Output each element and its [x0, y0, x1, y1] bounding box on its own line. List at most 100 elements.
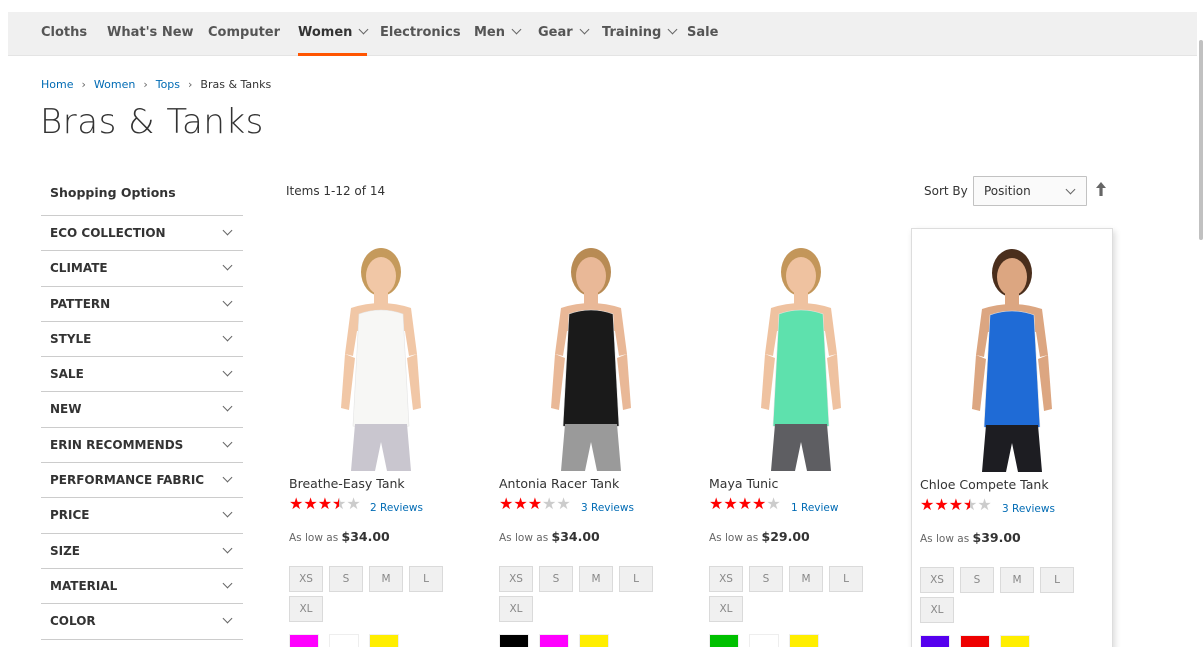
- nav-item-label: Computer: [208, 25, 281, 40]
- color-swatch[interactable]: [920, 635, 950, 647]
- color-swatch[interactable]: [789, 634, 819, 647]
- color-swatch[interactable]: [709, 634, 739, 647]
- product-name[interactable]: Breathe-Easy Tank: [289, 476, 405, 491]
- filter-eco-collection[interactable]: ECO COLLECTION: [41, 216, 243, 252]
- reviews-link[interactable]: 2 Reviews: [370, 502, 423, 514]
- breadcrumb-home[interactable]: Home: [41, 78, 73, 91]
- color-swatch[interactable]: [1000, 635, 1030, 647]
- filter-sale[interactable]: SALE: [41, 357, 243, 393]
- rating-stars: ★★★★★: [289, 496, 361, 514]
- nav-item-gear[interactable]: Gear: [538, 12, 590, 56]
- color-swatch[interactable]: [289, 634, 319, 647]
- filter-label: ECO COLLECTION: [50, 226, 166, 240]
- chevron-down-icon: [222, 507, 233, 518]
- size-option[interactable]: M: [789, 566, 823, 592]
- scrollbar-thumb[interactable]: [1199, 40, 1203, 240]
- product-name[interactable]: Antonia Racer Tank: [499, 476, 619, 491]
- size-option[interactable]: XS: [920, 567, 954, 593]
- sort-by-select[interactable]: Position: [973, 176, 1087, 206]
- page-scrollbar[interactable]: [1197, 0, 1203, 647]
- nav-item-women[interactable]: Women: [298, 12, 369, 56]
- chevron-down-icon: [222, 543, 233, 554]
- size-option[interactable]: L: [829, 566, 863, 592]
- color-swatch[interactable]: [539, 634, 569, 647]
- product-image[interactable]: [701, 236, 901, 471]
- size-option[interactable]: S: [539, 566, 573, 592]
- chevron-down-icon: [222, 402, 233, 412]
- star-icon: ★: [934, 497, 949, 514]
- color-swatch[interactable]: [329, 634, 359, 647]
- nav-item-cloths[interactable]: Cloths: [41, 12, 87, 56]
- size-option[interactable]: S: [960, 567, 994, 593]
- product-card[interactable]: Chloe Compete Tank★★★★★3 ReviewsAs low a…: [911, 228, 1113, 647]
- color-swatch[interactable]: [749, 634, 779, 647]
- page-title: Bras & Tanks: [40, 102, 264, 142]
- chevron-down-icon: [222, 437, 233, 448]
- size-option[interactable]: XS: [499, 566, 533, 592]
- star-icon: ★: [317, 496, 333, 513]
- color-swatch[interactable]: [369, 634, 399, 647]
- size-option[interactable]: M: [369, 566, 403, 592]
- nav-item-computer[interactable]: Computer: [208, 12, 280, 56]
- size-option[interactable]: L: [409, 566, 443, 592]
- reviews-link[interactable]: 3 Reviews: [581, 502, 634, 514]
- reviews-link[interactable]: 3 Reviews: [1002, 503, 1055, 515]
- star-icon: ★: [542, 496, 557, 513]
- price-prefix: As low as: [920, 533, 970, 545]
- nav-item-what-s-new[interactable]: What's New: [107, 12, 194, 56]
- product-card[interactable]: Breathe-Easy Tank★★★★★2 ReviewsAs low as…: [281, 228, 483, 647]
- filter-color[interactable]: COLOR: [41, 604, 243, 640]
- filter-erin-recommends[interactable]: ERIN RECOMMENDS: [41, 428, 243, 464]
- product-name[interactable]: Maya Tunic: [709, 476, 778, 491]
- product-image[interactable]: [281, 236, 481, 471]
- nav-item-label: Training: [602, 25, 662, 40]
- top-navigation-bar: Cloths What's New Computer Women Electronics…: [8, 12, 1197, 56]
- arrow-up-icon[interactable]: [1095, 181, 1107, 197]
- filter-price[interactable]: PRICE: [41, 498, 243, 534]
- price-value: $39.00: [972, 530, 1021, 545]
- star-icon: ★: [303, 496, 318, 513]
- product-image[interactable]: [491, 236, 691, 471]
- nav-item-label: Cloths: [41, 25, 88, 40]
- size-option[interactable]: XS: [289, 566, 323, 592]
- size-option[interactable]: S: [749, 566, 783, 592]
- nav-item-sale[interactable]: Sale: [687, 12, 718, 56]
- size-option[interactable]: L: [619, 566, 653, 592]
- filter-material[interactable]: MATERIAL: [41, 569, 243, 605]
- size-option[interactable]: XL: [499, 596, 533, 622]
- product-price: As low as $29.00: [709, 529, 810, 544]
- size-option[interactable]: XL: [920, 597, 954, 623]
- size-option[interactable]: L: [1040, 567, 1074, 593]
- breadcrumb-women[interactable]: Women: [94, 78, 135, 91]
- filter-label: SIZE: [50, 543, 81, 558]
- product-price: As low as $34.00: [499, 529, 600, 544]
- filter-style[interactable]: STYLE: [41, 322, 243, 358]
- size-option[interactable]: XL: [289, 596, 323, 622]
- chevron-down-icon: [222, 225, 233, 236]
- size-option[interactable]: S: [329, 566, 363, 592]
- filter-new[interactable]: NEW: [41, 392, 243, 428]
- filter-performance-fabric[interactable]: PERFORMANCE FABRIC: [41, 463, 243, 499]
- filter-climate[interactable]: CLIMATE: [41, 251, 243, 287]
- reviews-link[interactable]: 1 Review: [791, 502, 838, 514]
- size-option[interactable]: XL: [709, 596, 743, 622]
- size-option[interactable]: M: [1000, 567, 1034, 593]
- product-card[interactable]: Antonia Racer Tank ★★★★★ 3 Reviews As low a…: [491, 228, 693, 647]
- rating-stars: ★★★★★: [709, 497, 781, 513]
- product-image[interactable]: [912, 237, 1112, 472]
- filter-pattern[interactable]: PATTERN: [41, 287, 243, 322]
- product-name[interactable]: Chloe Compete Tank: [920, 477, 1049, 492]
- nav-item-training[interactable]: Training: [602, 12, 678, 56]
- color-swatch[interactable]: [960, 635, 990, 647]
- nav-item-men[interactable]: Men: [474, 12, 522, 56]
- nav-item-electronics[interactable]: Electronics: [380, 12, 461, 56]
- size-option[interactable]: XS: [709, 566, 743, 592]
- filter-size[interactable]: SIZE: [41, 534, 243, 569]
- size-option[interactable]: M: [579, 566, 613, 592]
- price-value: $29.00: [761, 529, 810, 544]
- sort-by-value: Position: [984, 184, 1031, 198]
- product-card[interactable]: Maya Tunic ★★★★★ 1 Review As low as $29.00 X…: [701, 228, 903, 647]
- color-swatch[interactable]: [579, 634, 609, 647]
- color-swatch[interactable]: [499, 634, 529, 647]
- breadcrumb-tops[interactable]: Tops: [156, 78, 180, 91]
